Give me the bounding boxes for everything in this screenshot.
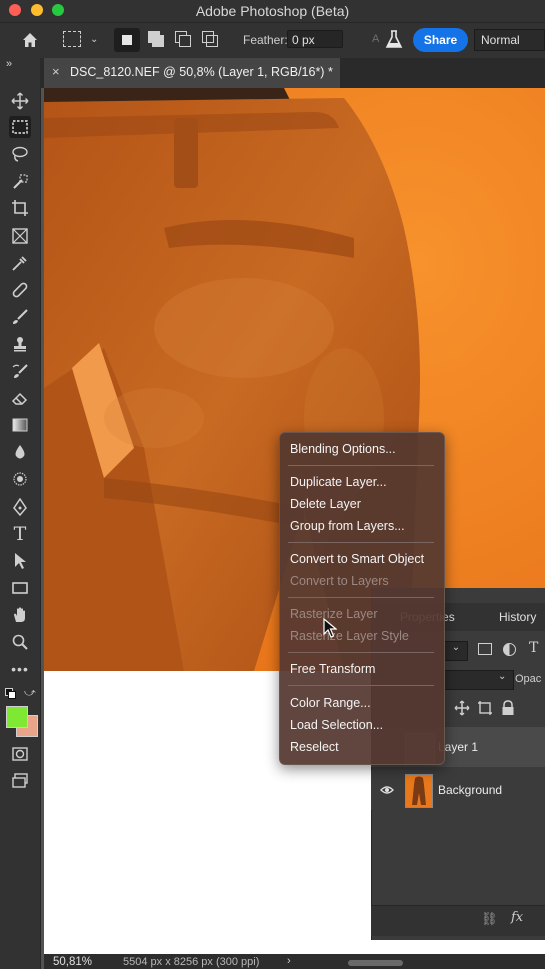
marquee-tool-icon[interactable]: [9, 116, 31, 138]
pen-tool-icon[interactable]: [9, 496, 31, 518]
feather-input[interactable]: 0 px: [287, 30, 343, 48]
menu-separator: [288, 542, 434, 543]
horizontal-scrollbar[interactable]: [348, 960, 403, 966]
expand-panel-icon[interactable]: »: [6, 58, 12, 70]
crop-tool-icon[interactable]: [9, 197, 31, 219]
frame-tool-icon[interactable]: [9, 225, 31, 247]
menu-item-color-range[interactable]: Color Range...: [290, 696, 371, 710]
menu-separator: [288, 465, 434, 466]
status-chevron-icon[interactable]: ›: [287, 955, 291, 967]
menu-item-duplicate-layer[interactable]: Duplicate Layer...: [290, 475, 387, 489]
type-filter-icon[interactable]: T: [529, 640, 538, 656]
opacity-label: Opac: [515, 673, 542, 685]
feather-label: Feather:: [243, 33, 288, 47]
document-tab-title: DSC_8120.NEF @ 50,8% (Layer 1, RGB/16*) …: [70, 65, 333, 79]
document-size: 5504 px x 8256 px (300 ppi): [123, 956, 260, 968]
layer-context-menu: Blending Options... Duplicate Layer... D…: [279, 432, 445, 765]
anti-alias-label: A: [372, 33, 380, 45]
dodge-tool-icon[interactable]: [9, 468, 31, 490]
menu-item-free-transform[interactable]: Free Transform: [290, 662, 375, 676]
menu-item-load-selection[interactable]: Load Selection...: [290, 718, 383, 732]
object-selection-tool-icon[interactable]: [9, 171, 31, 193]
menu-item-rasterize-layer-style: Rasterize Layer Style: [290, 629, 409, 643]
chevron-down-icon: ⌄: [498, 671, 507, 682]
history-brush-tool-icon[interactable]: [9, 361, 31, 383]
menu-item-convert-to-smart-object[interactable]: Convert to Smart Object: [290, 552, 424, 566]
lock-artboard-icon[interactable]: [477, 700, 493, 716]
close-tab-icon[interactable]: ×: [52, 64, 60, 79]
lasso-tool-icon[interactable]: [9, 143, 31, 165]
home-icon[interactable]: [20, 30, 40, 50]
default-colors-icon[interactable]: [5, 688, 16, 699]
visibility-eye-icon[interactable]: [380, 783, 394, 797]
path-selection-tool-icon[interactable]: [9, 550, 31, 572]
new-selection-button[interactable]: [114, 28, 140, 52]
adjustment-filter-icon[interactable]: [503, 643, 516, 656]
hand-tool-icon[interactable]: [9, 604, 31, 626]
gradient-tool-icon[interactable]: [9, 414, 31, 436]
eyedropper-tool-icon[interactable]: [9, 252, 31, 274]
screen-mode-icon[interactable]: [9, 770, 31, 792]
rectangle-tool-icon[interactable]: [9, 577, 31, 599]
subtract-selection-icon[interactable]: [175, 31, 191, 47]
mouse-cursor-icon: [323, 617, 338, 638]
chevron-down-icon[interactable]: ⌄: [90, 34, 98, 45]
filter-dropdown[interactable]: ⌄: [444, 641, 468, 661]
link-layers-icon[interactable]: ⛓: [481, 911, 498, 927]
image-filter-icon[interactable]: [478, 643, 492, 655]
add-selection-icon[interactable]: [148, 31, 164, 47]
menu-item-group-from-layers[interactable]: Group from Layers...: [290, 519, 405, 533]
brush-tool-icon[interactable]: [9, 306, 31, 328]
status-bar: [44, 954, 545, 969]
layer-name[interactable]: Background: [438, 783, 502, 797]
zoom-level[interactable]: 50,81%: [53, 956, 92, 968]
share-button[interactable]: Share: [413, 28, 468, 52]
quick-mask-icon[interactable]: [9, 743, 31, 765]
menu-separator: [288, 597, 434, 598]
menu-item-blending-options[interactable]: Blending Options...: [290, 442, 396, 456]
menu-item-reselect[interactable]: Reselect: [290, 740, 339, 754]
layer-thumbnail: [405, 774, 433, 808]
zoom-tool-icon[interactable]: [9, 631, 31, 653]
lock-position-icon[interactable]: [454, 700, 470, 716]
app-title: Adobe Photoshop (Beta): [195, 3, 350, 19]
layer-style-fx-button[interactable]: fx: [511, 910, 523, 925]
type-tool-icon[interactable]: T: [9, 523, 31, 545]
new-selection-icon: [122, 35, 132, 45]
marquee-preset-icon[interactable]: [63, 31, 81, 47]
healing-brush-tool-icon[interactable]: [9, 279, 31, 301]
move-tool-icon[interactable]: [9, 90, 31, 112]
blur-tool-icon[interactable]: [9, 441, 31, 463]
stamp-tool-icon[interactable]: [9, 333, 31, 355]
more-tools-icon[interactable]: •••: [9, 658, 31, 680]
intersect-selection-icon[interactable]: [202, 31, 218, 47]
flask-icon[interactable]: [385, 29, 403, 49]
menu-separator: [288, 652, 434, 653]
lock-all-icon[interactable]: [501, 700, 515, 716]
menu-separator: [288, 685, 434, 686]
foreground-color-swatch[interactable]: [6, 706, 28, 728]
swap-colors-icon[interactable]: ⤻: [24, 687, 36, 700]
menu-item-convert-to-layers: Convert to Layers: [290, 574, 389, 588]
tab-history[interactable]: History: [499, 610, 536, 624]
menu-item-delete-layer[interactable]: Delete Layer: [290, 497, 361, 511]
eraser-tool-icon[interactable]: [9, 387, 31, 409]
mode-select[interactable]: Normal: [474, 29, 545, 51]
